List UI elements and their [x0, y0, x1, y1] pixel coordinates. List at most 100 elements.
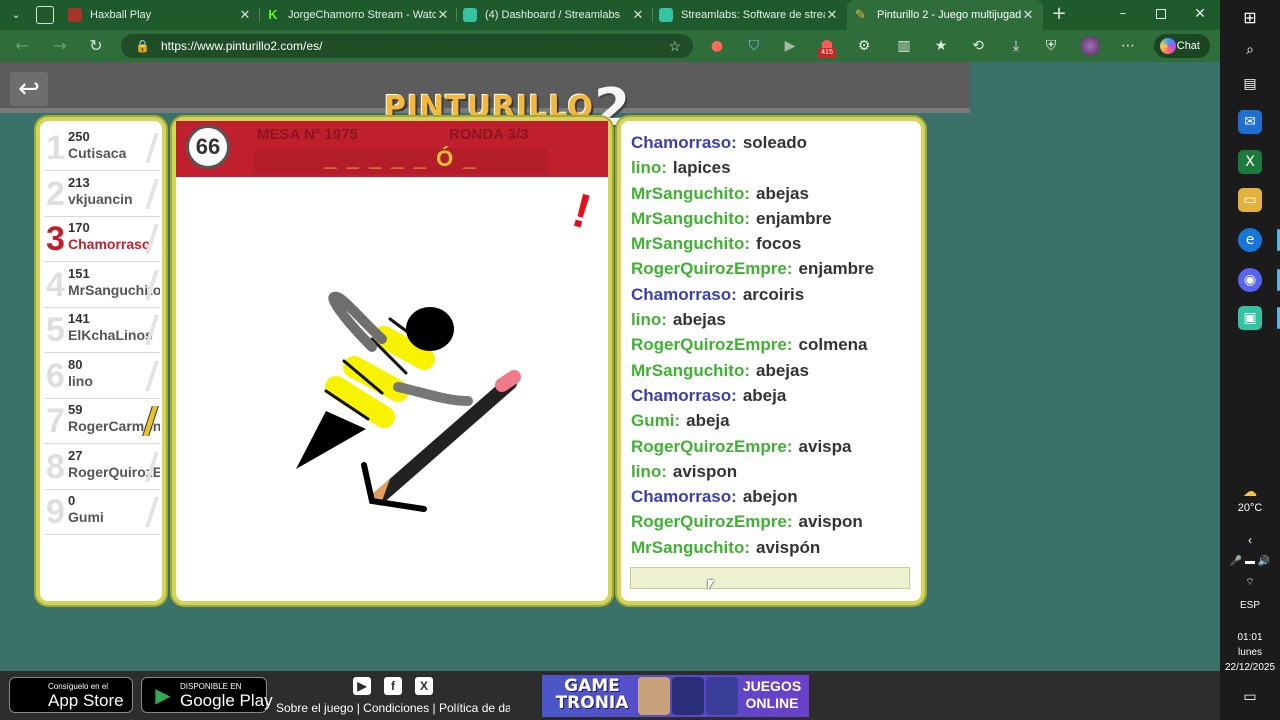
tab-kick-stream[interactable]: K JorgeChamorro Stream - Watch Live ✕ [258, 0, 458, 30]
workspaces-icon[interactable] [36, 6, 54, 24]
chat-username: Chamorraso: [631, 487, 737, 507]
player-row[interactable]: 4 151 MrSanguchito [44, 262, 160, 308]
close-icon[interactable]: ✕ [436, 7, 450, 23]
outlook-icon[interactable]: ✉ [1238, 110, 1262, 134]
player-row[interactable]: 6 80 lino [44, 353, 160, 399]
reload-icon[interactable]: ↻ [86, 36, 106, 56]
chat-username: Gumi: [631, 411, 681, 431]
google-play-icon: ▶ [155, 685, 171, 707]
player-rank: 3 [46, 220, 65, 258]
tab-streamlabs-dashboard[interactable]: (4) Dashboard / Streamlabs ✕ [455, 0, 653, 30]
clock-date: 22/12/2025 [1224, 662, 1276, 673]
player-row[interactable]: 2 213 vkjuancin [44, 171, 160, 217]
chat-message: RogerQuirozEmpre: avispa [631, 434, 917, 459]
restore-icon[interactable] [1156, 9, 1166, 19]
bee-stinger [296, 411, 366, 469]
back-arrow-button[interactable]: ↩ [10, 72, 48, 106]
close-icon[interactable]: ✕ [238, 7, 252, 23]
chat-username: Chamorraso: [631, 133, 737, 152]
favorites-icon[interactable]: ★ [932, 37, 950, 55]
notifications-icon[interactable]: ▭ [1220, 688, 1280, 705]
chat-message: RogerQuirozEmpre: enjambre [631, 256, 917, 281]
player-row[interactable]: 7 59 RogerCarmona [44, 398, 160, 444]
forward-arrow-icon[interactable]: → [50, 36, 70, 56]
player-row[interactable]: 827RogerQuirozEmpre [44, 444, 160, 490]
tab-haxball[interactable]: Haxball Play ✕ [60, 0, 260, 30]
extension-shield-icon[interactable]: ⛉ [745, 37, 763, 55]
copilot-icon [1160, 38, 1176, 54]
guess-input[interactable] [630, 567, 910, 589]
language-indicator[interactable]: ESP [1220, 600, 1280, 611]
player-rank: 8 [46, 447, 65, 486]
wifi-icon[interactable]: ⌔ [1220, 576, 1280, 589]
back-arrow-icon[interactable]: ← [12, 36, 32, 56]
excel-icon[interactable]: X [1238, 150, 1262, 174]
extensions-puzzle-icon[interactable]: ⚙ [855, 37, 873, 55]
chat-text: colmena [798, 335, 868, 355]
chevron-up-icon[interactable]: ‹ [1220, 533, 1280, 547]
profile-avatar[interactable] [1080, 36, 1100, 56]
chat-username: RogerQuirozEmpre: [631, 512, 793, 532]
haxball-favicon-icon [68, 8, 82, 22]
footer-links[interactable]: Sobre el juego | Condiciones | Política … [276, 701, 510, 715]
windows-start-icon[interactable]: ⊞ [1238, 6, 1262, 30]
extension-play-icon[interactable]: ▶ [781, 37, 799, 55]
chat-username: lino: [631, 310, 667, 330]
close-icon[interactable]: ✕ [1021, 7, 1035, 23]
report-drawing-alert-icon[interactable]: ! [567, 184, 597, 239]
chat-message: MrSanguchito: enjambre [631, 206, 917, 231]
player-row[interactable]: 3 170 Chamorraso [44, 216, 160, 262]
discord-icon[interactable]: ◉ [1238, 268, 1262, 292]
edge-icon[interactable]: e [1238, 228, 1262, 252]
chat-username: RogerQuirozEmpre: [631, 259, 793, 279]
chat-message: Chamorraso: abeja [631, 383, 917, 408]
player-row[interactable]: 5 141 ElKchaLinos [44, 307, 160, 353]
tab-actions-chevron-icon[interactable]: ⌄ [8, 7, 24, 23]
close-icon[interactable]: ✕ [631, 7, 645, 23]
browser-essentials-icon[interactable]: ⛨ [1042, 37, 1060, 55]
tab-streamlabs-software[interactable]: Streamlabs: Software de streaming ✕ [651, 0, 847, 30]
round-counter: RONDA 3/3 [449, 126, 529, 143]
player-row[interactable]: 1 250 Cutisaca [44, 125, 160, 171]
minimize-icon[interactable]: – [1116, 6, 1130, 22]
store-small-text: DISPONIBLE EN [180, 682, 242, 691]
address-bar[interactable]: 🔒 https://www.pinturillo2.com/es/ ☆ [121, 34, 693, 58]
youtube-icon[interactable]: ▶ [353, 677, 371, 695]
chat-username: lino: [631, 158, 667, 178]
chat-message: MrSanguchito: avispón [631, 535, 917, 560]
x-icon[interactable]: X [415, 677, 433, 695]
copilot-chat-button[interactable]: Chat [1154, 34, 1210, 58]
site-info-lock-icon[interactable]: 🔒 [135, 34, 150, 58]
downloads-icon[interactable]: ⤓ [1007, 37, 1025, 55]
drawing-canvas[interactable]: ! [176, 179, 608, 599]
weather-icon[interactable]: ☁ [1238, 480, 1262, 504]
tab-pinturillo[interactable]: ✎ Pinturillo 2 - Juego multijugador ✕ [847, 0, 1043, 30]
weather-temp: 20°C [1237, 502, 1263, 514]
new-tab-plus-icon[interactable]: + [1050, 4, 1068, 24]
favorite-star-icon[interactable]: ☆ [668, 34, 681, 58]
player-row[interactable]: 9 0 Gumi [44, 489, 160, 535]
facebook-icon[interactable]: f [384, 677, 402, 695]
split-screen-icon[interactable]: ▥ [895, 37, 913, 55]
search-icon[interactable]: ⌕ [1238, 38, 1262, 62]
close-icon[interactable]: ✕ [825, 7, 839, 23]
more-menu-icon[interactable]: ⋯ [1119, 37, 1137, 55]
streamlabs-icon[interactable]: ▣ [1238, 306, 1262, 330]
history-icon[interactable]: ⟲ [969, 37, 987, 55]
chat-message: lino: lapices [631, 155, 917, 180]
app-store-button[interactable]: Consíguelo en el App Store [9, 677, 133, 713]
extension-record-icon[interactable]: ● [708, 37, 726, 55]
window-close-icon[interactable]: ✕ [1192, 6, 1208, 22]
tray-icons[interactable]: 🎤 ▬ 🔊 [1220, 556, 1280, 567]
clock-time[interactable]: 01:01 [1220, 632, 1280, 643]
file-explorer-icon[interactable]: ▭ [1238, 188, 1262, 212]
chat-text: abejon [742, 487, 798, 507]
player-score: 59 [68, 402, 83, 417]
chat-message: MrSanguchito: focos [631, 231, 917, 256]
streamlabs-favicon-icon [463, 8, 477, 22]
turn-timer: 66 [186, 125, 230, 169]
google-play-button[interactable]: ▶ DISPONIBLE EN Google Play [141, 677, 273, 713]
chat-username: MrSanguchito: [631, 208, 750, 228]
task-view-icon[interactable]: ▤ [1238, 72, 1262, 96]
game-thumb-icon [638, 677, 670, 715]
